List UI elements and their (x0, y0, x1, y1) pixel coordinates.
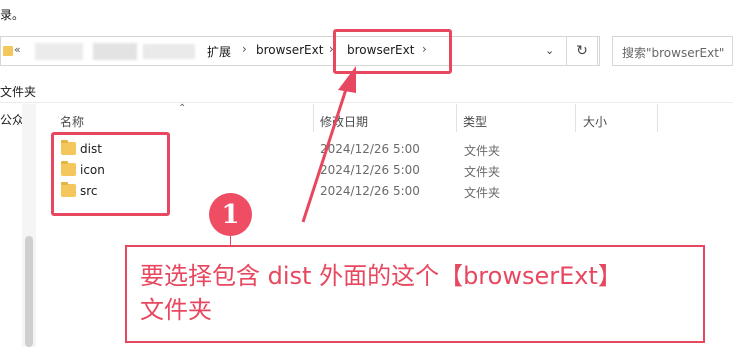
callout-line-2: 文件夹 (140, 296, 212, 324)
callout-line-1: 要选择包含 dist 外面的这个【browserExt】 (140, 262, 622, 290)
step-number-badge: 1 (209, 193, 252, 236)
annotation-callout: 要选择包含 dist 外面的这个【browserExt】 文件夹 (125, 245, 705, 343)
